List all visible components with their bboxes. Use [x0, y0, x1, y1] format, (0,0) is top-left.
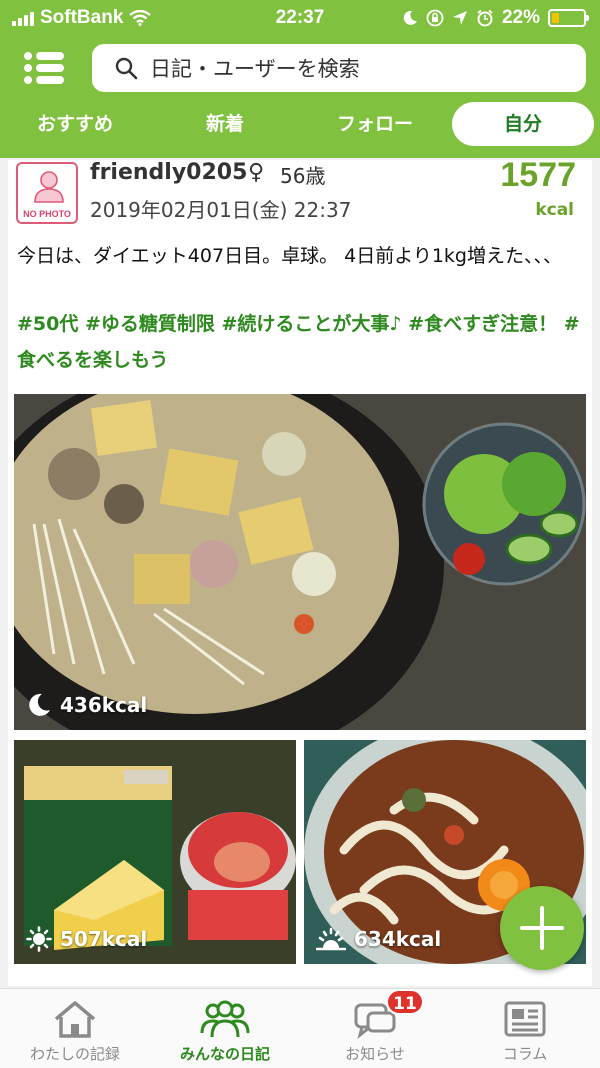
- kcal-unit: kcal: [535, 200, 574, 220]
- plus-icon: [520, 906, 564, 950]
- moon-icon: [29, 693, 50, 716]
- lunch-photo[interactable]: 507kcal: [14, 740, 296, 964]
- notification-badge: 11: [386, 989, 424, 1015]
- people-icon: [200, 1000, 250, 1038]
- do-not-disturb-icon: [403, 10, 417, 25]
- tab-new[interactable]: 新着: [164, 102, 286, 146]
- nav-column[interactable]: コラム: [450, 989, 600, 1068]
- avatar[interactable]: NO PHOTO: [16, 162, 78, 224]
- tab-follow[interactable]: フォロー: [314, 102, 436, 146]
- post-body: 今日は、ダイエット407日目。卓球。 4日前より1kg増えた、、、: [17, 245, 562, 267]
- home-icon: [54, 1001, 96, 1038]
- lunch-kcal-value: 507kcal: [60, 927, 148, 951]
- status-bar: SoftBank 22:37 22%: [0, 0, 600, 36]
- app-header: 日記・ユーザーを検索 おすすめ 新着 フォロー 自分: [0, 36, 600, 158]
- diary-post-card[interactable]: NO PHOTO friendly0205 ♀ 56歳 2019年02月01日(…: [8, 158, 592, 986]
- battery-level: [552, 13, 559, 23]
- user-age: 56歳: [280, 164, 326, 188]
- lunch-kcal: 507kcal: [26, 926, 147, 952]
- dinner-kcal: 436kcal: [26, 692, 147, 718]
- menu-icon[interactable]: [24, 52, 64, 84]
- nav-notifications[interactable]: 11 お知らせ: [300, 989, 450, 1068]
- battery-percent: 22%: [501, 7, 540, 28]
- search-input[interactable]: 日記・ユーザーを検索: [92, 44, 586, 92]
- gender-icon: ♀: [248, 160, 265, 185]
- nav-label-column: コラム: [502, 1045, 548, 1063]
- bottom-nav: わたしの記録 みんなの日記 11 お知らせ コラム: [0, 988, 600, 1068]
- username[interactable]: friendly0205: [90, 160, 247, 185]
- sunrise-icon: [316, 927, 346, 951]
- nav-label-my-records: わたしの記録: [29, 1045, 120, 1063]
- hotpot-salad-image: [14, 394, 586, 730]
- nav-label-notifications: お知らせ: [345, 1045, 405, 1063]
- add-diary-button[interactable]: [500, 886, 584, 970]
- post-date: 2019年02月01日(金) 22:37: [90, 198, 352, 222]
- person-placeholder-icon: [34, 171, 64, 203]
- breakfast-kcal-value: 634kcal: [354, 927, 442, 951]
- nav-label-everyone-diary: みんなの日記: [179, 1045, 270, 1063]
- search-icon: [115, 57, 138, 80]
- location-icon: [452, 11, 467, 25]
- tab-mine[interactable]: 自分: [452, 102, 594, 146]
- no-photo-label: NO PHOTO: [23, 209, 71, 219]
- dinner-photo[interactable]: 436kcal: [14, 394, 586, 730]
- total-kcal: 1577: [500, 158, 576, 194]
- alarm-icon: [477, 9, 493, 27]
- diary-feed: NO PHOTO friendly0205 ♀ 56歳 2019年02月01日(…: [0, 158, 600, 988]
- battery-icon: [548, 9, 589, 27]
- nav-my-records[interactable]: わたしの記録: [0, 989, 150, 1068]
- rotation-lock-icon: [426, 9, 444, 27]
- breakfast-kcal: 634kcal: [316, 926, 441, 952]
- newspaper-icon: [504, 1001, 546, 1037]
- dinner-kcal-value: 436kcal: [60, 693, 148, 717]
- tab-recommended[interactable]: おすすめ: [14, 102, 136, 146]
- nav-everyone-diary[interactable]: みんなの日記: [150, 989, 300, 1068]
- sun-icon: [26, 926, 52, 952]
- search-placeholder: 日記・ユーザーを検索: [150, 57, 360, 81]
- status-right: 22%: [402, 7, 589, 29]
- feed-tabs: おすすめ 新着 フォロー 自分: [0, 102, 600, 150]
- post-hashtags[interactable]: #50代 #ゆる糖質制限 #続けることが大事♪ #食べすぎ注意！ #食べるを楽し…: [17, 306, 587, 378]
